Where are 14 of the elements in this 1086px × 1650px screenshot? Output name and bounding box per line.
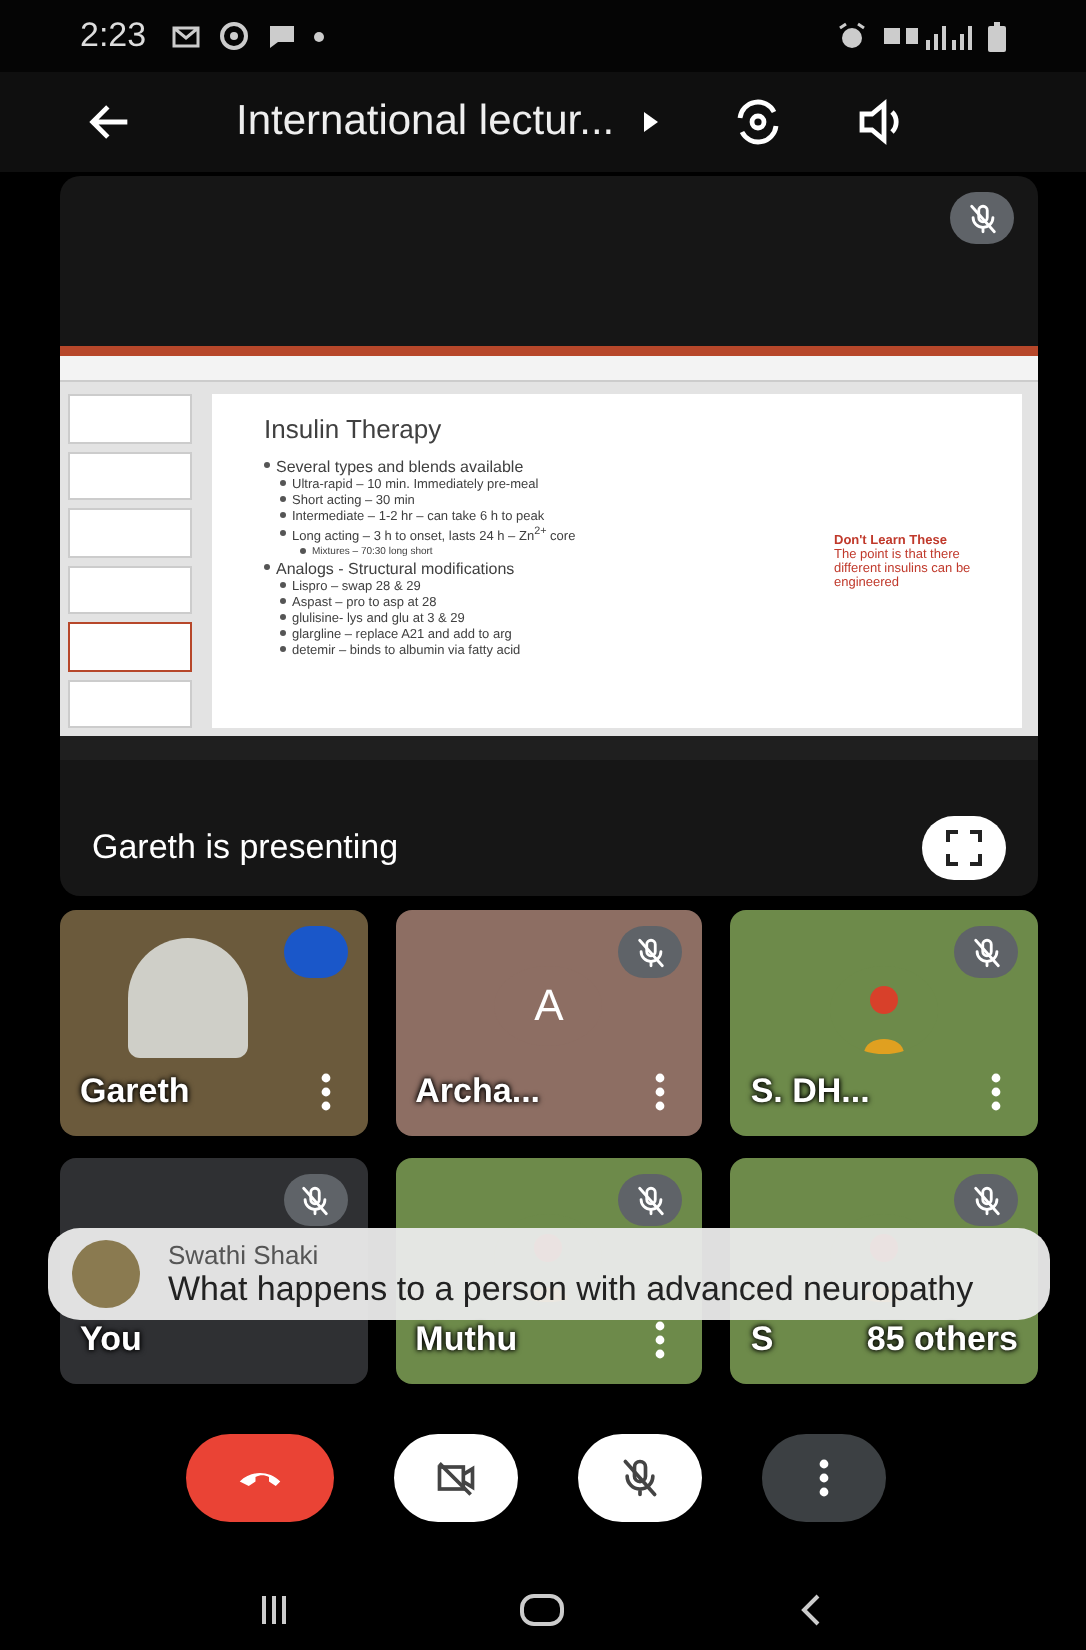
presenter-label: Gareth is presenting xyxy=(92,828,401,868)
participant-name: You xyxy=(80,1320,144,1360)
participant-name: S xyxy=(750,1320,776,1360)
slide-bullet: Analogs - Structural modifications xyxy=(276,560,515,579)
slide-bullet: Several types and blends available xyxy=(276,458,524,476)
participant-name: Gareth xyxy=(80,1072,192,1112)
sender-name: Swathi Shaki xyxy=(168,1240,321,1270)
participant-name: Archa... xyxy=(415,1072,543,1112)
clock: 2:23 xyxy=(80,16,147,56)
slide-title: Insulin Therapy xyxy=(264,414,444,444)
chat-message: What happens to a person with advanced neuropathy xyxy=(168,1270,974,1308)
participant-name: Muthu xyxy=(415,1320,520,1360)
others-count: 85 others xyxy=(866,1320,1018,1360)
participant-name: S. DH... xyxy=(750,1072,872,1112)
